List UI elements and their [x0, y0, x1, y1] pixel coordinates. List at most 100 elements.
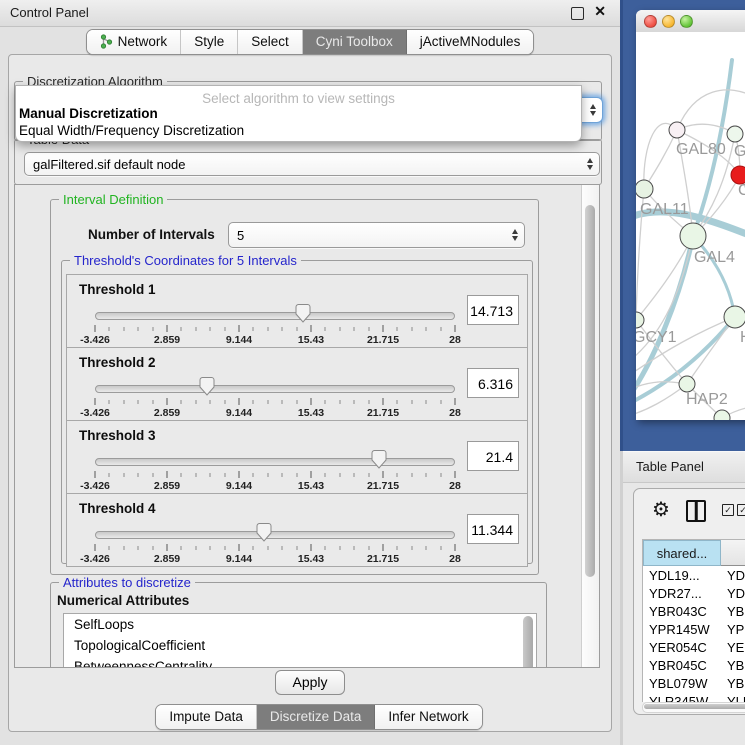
numerical-attributes-list[interactable]: SelfLoopsTopologicalCoefficientBetweenne…: [63, 613, 537, 668]
network-node[interactable]: [714, 410, 730, 420]
settings-scrollbar[interactable]: [581, 185, 599, 667]
tab-network[interactable]: Network: [87, 30, 182, 54]
slider-track[interactable]: [95, 531, 455, 539]
network-edge[interactable]: [677, 124, 735, 134]
table-row[interactable]: YPR145WYPR1: [643, 620, 745, 638]
scrollbar-thumb[interactable]: [644, 704, 745, 709]
attribute-list-item[interactable]: TopologicalCoefficient: [64, 635, 536, 656]
table-row[interactable]: YBR045CYBR0: [643, 656, 745, 674]
threshold-slider[interactable]: -3.4262.8599.14415.4321.71528: [95, 376, 455, 418]
minor-tick: [224, 546, 225, 550]
threshold-slider[interactable]: -3.4262.8599.14415.4321.71528: [95, 303, 455, 345]
gear-icon[interactable]: ⚙: [652, 497, 670, 522]
major-tick: [383, 544, 384, 551]
dropdown-option-manual[interactable]: Manual Discretization: [19, 106, 158, 121]
table-data-combobox[interactable]: galFiltered.sif default node: [24, 152, 600, 176]
major-tick: [95, 471, 96, 478]
network-node[interactable]: [679, 376, 695, 392]
float-window-icon[interactable]: [571, 7, 584, 20]
zoom-traffic-icon[interactable]: [680, 15, 693, 28]
column-header-name[interactable]: name: [721, 540, 745, 566]
network-canvas[interactable]: GAL80GACGAL11GAL4GCY1HHAP2: [636, 32, 745, 420]
slider-track[interactable]: [95, 458, 455, 466]
slider-thumb[interactable]: [295, 304, 310, 323]
network-edge[interactable]: [677, 90, 745, 130]
threshold-value-box[interactable]: 6.316: [467, 368, 519, 398]
threshold-slider[interactable]: -3.4262.8599.14415.4321.71528: [95, 522, 455, 564]
major-tick: [239, 325, 240, 332]
num-intervals-combobox[interactable]: 5: [228, 222, 525, 248]
minor-tick: [397, 400, 398, 404]
top-tabbar: NetworkStyle Select Cyni ToolboxjActiveMNo…: [0, 29, 620, 55]
close-icon[interactable]: ✕: [594, 3, 606, 20]
tick-label: -3.426: [80, 480, 110, 492]
table-row[interactable]: YDL19...YDL1: [643, 566, 745, 584]
slider-thumb[interactable]: [257, 523, 272, 542]
network-node[interactable]: [636, 180, 653, 198]
column-header-shared-[interactable]: shared...: [643, 540, 721, 566]
slider-track[interactable]: [95, 312, 455, 320]
list-scrollbar[interactable]: [523, 616, 534, 668]
checkbox-icon[interactable]: ✓: [737, 504, 745, 516]
table-cell: YBR045C: [643, 656, 721, 674]
tick-label: 28: [449, 334, 461, 346]
slider-thumb[interactable]: [199, 377, 214, 396]
checkbox-icon[interactable]: ✓: [722, 504, 734, 516]
column-layout-icon[interactable]: [686, 500, 706, 522]
network-edge[interactable]: [644, 130, 677, 189]
attribute-list-item[interactable]: SelfLoops: [64, 614, 536, 635]
threshold-label: Threshold 1: [79, 282, 156, 297]
tab-jactivemnodules[interactable]: jActiveMNodules: [407, 30, 534, 54]
table-row[interactable]: YBR043CYBR0: [643, 602, 745, 620]
table-row[interactable]: YDR27...YDR2: [643, 584, 745, 602]
minor-tick: [152, 400, 153, 404]
control-panel-titlebar: Control Panel ✕: [0, 0, 620, 27]
network-node[interactable]: [724, 306, 745, 328]
minor-tick: [368, 327, 369, 331]
tab-select[interactable]: Select: [238, 30, 303, 54]
network-edge[interactable]: [636, 384, 687, 416]
tick-label: 21.715: [367, 480, 399, 492]
threshold-value-box[interactable]: 11.344: [467, 514, 519, 544]
minor-tick: [181, 546, 182, 550]
scrollbar-thumb[interactable]: [585, 205, 595, 577]
attribute-list-item[interactable]: BetweennessCentrality: [64, 656, 536, 668]
tab-impute-data[interactable]: Impute Data: [156, 705, 257, 729]
table-row[interactable]: YER054CYER0: [643, 638, 745, 656]
network-node[interactable]: [669, 122, 685, 138]
tab-style[interactable]: Style: [181, 30, 238, 54]
dropdown-option-equal-width[interactable]: Equal Width/Frequency Discretization: [19, 123, 244, 138]
table-hscrollbar[interactable]: [642, 702, 745, 713]
tab-infer-network[interactable]: Infer Network: [375, 705, 481, 729]
table-row[interactable]: YBL079WYBL0: [643, 674, 745, 692]
threshold-value-box[interactable]: 21.4: [467, 441, 519, 471]
network-node[interactable]: [727, 126, 743, 142]
tab-label: Select: [251, 34, 289, 49]
minimize-traffic-icon[interactable]: [662, 15, 675, 28]
slider-thumb[interactable]: [372, 450, 387, 469]
network-node-label: GAL4: [694, 249, 735, 266]
minor-tick: [426, 327, 427, 331]
network-edge-highlighted[interactable]: [636, 236, 693, 398]
major-tick: [455, 471, 456, 478]
network-area: GAL80GACGAL11GAL4GCY1HHAP2: [620, 0, 745, 451]
major-tick: [455, 398, 456, 405]
panel-title: Control Panel: [10, 5, 89, 20]
threshold-slider[interactable]: -3.4262.8599.14415.4321.71528: [95, 449, 455, 491]
network-node[interactable]: [636, 312, 644, 328]
network-node[interactable]: [680, 223, 706, 249]
major-tick: [455, 325, 456, 332]
slider-track[interactable]: [95, 385, 455, 393]
close-traffic-icon[interactable]: [644, 15, 657, 28]
threshold-value-box[interactable]: 14.713: [467, 295, 519, 325]
network-window[interactable]: GAL80GACGAL11GAL4GCY1HHAP2: [636, 10, 745, 420]
scrollbar-thumb[interactable]: [523, 616, 533, 668]
tick-label: 2.859: [154, 553, 180, 565]
minor-tick: [138, 400, 139, 404]
attributes-group: Attributes to discretize Numerical Attri…: [50, 582, 547, 668]
apply-button[interactable]: Apply: [275, 670, 344, 695]
tab-discretize-data[interactable]: Discretize Data: [257, 705, 376, 729]
table-toolbar: ⚙ ✓ ✓: [634, 489, 745, 533]
tab-cyni-toolbox[interactable]: Cyni Toolbox: [303, 30, 407, 54]
minor-tick: [296, 546, 297, 550]
